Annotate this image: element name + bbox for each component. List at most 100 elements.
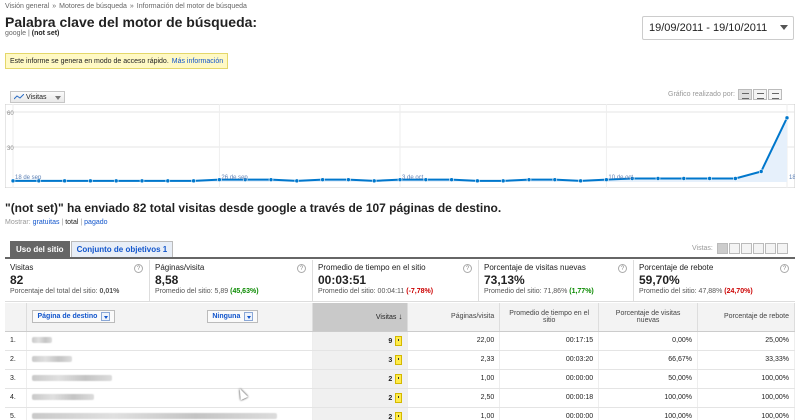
- pie-view-icon[interactable]: [728, 243, 740, 254]
- visits-cell: 9: [312, 331, 409, 351]
- subtitle-keyword: (not set): [31, 30, 60, 37]
- chart-point[interactable]: [475, 178, 480, 184]
- chart-point[interactable]: [526, 177, 532, 182]
- chart-point[interactable]: [88, 178, 93, 184]
- summary-sub: Promedio del sitio: 5,89 (45,63%): [155, 288, 307, 295]
- redacted-url: [32, 375, 113, 382]
- table-view-icon[interactable]: [716, 243, 728, 254]
- chart-point[interactable]: [552, 177, 558, 182]
- tab-goal-set-1[interactable]: Conjunto de objetivos 1: [70, 241, 174, 257]
- summary-value: 73,13%: [484, 273, 525, 287]
- chart-point[interactable]: [758, 169, 764, 174]
- comparison-view-icon[interactable]: [752, 243, 764, 254]
- row-index: 5.: [5, 407, 28, 420]
- landing-page-cell[interactable]: [26, 407, 314, 420]
- secondary-dimension-label: Ninguna: [212, 313, 241, 321]
- chart-point[interactable]: [165, 178, 171, 184]
- chart-day-button[interactable]: [737, 89, 752, 100]
- summary-sub-value: 0,01%: [99, 288, 120, 295]
- chart-point[interactable]: [346, 177, 351, 182]
- notice-text: Este informe se genera en modo de acceso…: [10, 57, 169, 65]
- annotation-icon[interactable]: [395, 392, 403, 403]
- landing-page-cell[interactable]: [26, 331, 314, 351]
- summary-bounce-rate: Porcentaje de rebote 59,70% Promedio del…: [634, 260, 795, 301]
- annotation-icon[interactable]: [395, 411, 403, 420]
- chart-week-button[interactable]: [752, 89, 767, 100]
- annotation-icon[interactable]: [395, 335, 403, 346]
- chart-point[interactable]: [655, 176, 661, 181]
- landing-page-cell[interactable]: [26, 350, 314, 370]
- landing-page-cell[interactable]: [26, 388, 314, 408]
- annotation-icon[interactable]: [395, 373, 403, 384]
- report-tabs: Uso del sitio Conjunto de objetivos 1: [10, 241, 174, 257]
- y-tick-label: 60: [7, 111, 14, 117]
- bounce-cell: 100,00%: [697, 407, 795, 420]
- chart-point[interactable]: [139, 178, 145, 184]
- chart-month-button[interactable]: [767, 89, 782, 100]
- header-bounce-rate[interactable]: Porcentaje de rebote: [697, 303, 795, 332]
- chart-point[interactable]: [784, 115, 790, 121]
- chart-point[interactable]: [320, 177, 325, 182]
- chart-point[interactable]: [294, 178, 300, 184]
- y-tick-label: 30: [7, 146, 14, 152]
- redacted-url: [32, 337, 53, 344]
- header-visits[interactable]: Visitas ↓: [312, 303, 409, 332]
- breadcrumb-item-search-engines[interactable]: Motores de búsqueda: [59, 3, 127, 10]
- line-chart-icon: [14, 94, 24, 100]
- redacted-url: [32, 413, 278, 420]
- show-filter-paid[interactable]: pagado: [84, 219, 107, 226]
- date-range-picker[interactable]: 19/09/2011 - 19/10/2011: [642, 16, 794, 40]
- chart-point[interactable]: [733, 176, 738, 181]
- subtitle-separator: |: [27, 30, 30, 37]
- chart-point[interactable]: [681, 176, 687, 181]
- breadcrumb-item-overview[interactable]: Visión general: [5, 3, 49, 10]
- secondary-dimension-selector[interactable]: Ninguna: [207, 310, 259, 324]
- help-icon[interactable]: ?: [134, 264, 143, 273]
- bounce-cell: 100,00%: [697, 388, 795, 408]
- help-icon[interactable]: ?: [780, 264, 789, 273]
- help-icon[interactable]: ?: [618, 264, 627, 273]
- trend-view-icon[interactable]: [776, 243, 788, 254]
- annotation-icon[interactable]: [395, 354, 403, 365]
- bar-view-icon[interactable]: [740, 243, 752, 254]
- landing-page-cell[interactable]: [26, 369, 314, 389]
- visits-cell: 2: [312, 369, 409, 389]
- x-tick-label: 18 de sep: [15, 175, 42, 181]
- chart-point[interactable]: [62, 178, 67, 184]
- chart-point[interactable]: [113, 178, 119, 184]
- help-icon[interactable]: ?: [463, 264, 472, 273]
- header-new-visits[interactable]: Porcentaje de visitas nuevas: [598, 303, 699, 332]
- summary-delta: (24,70%): [724, 288, 753, 295]
- chart-point[interactable]: [707, 176, 712, 181]
- metric-selector[interactable]: Visitas: [10, 91, 65, 103]
- primary-dimension-selector[interactable]: Página de destino: [32, 310, 116, 324]
- table-row: 1. 9 22,00 00:17:15 0,00% 25,00%: [5, 331, 795, 351]
- chart-point[interactable]: [371, 178, 377, 184]
- summary-pages-per-visit: Páginas/visita 8,58 Promedio del sitio: …: [150, 260, 313, 301]
- chart-point[interactable]: [500, 178, 506, 184]
- metric-selector-label: Visitas: [26, 93, 47, 101]
- chart-point[interactable]: [423, 177, 429, 182]
- chart-point[interactable]: [191, 178, 196, 184]
- table-row: 4. 2 2,50 00:00:18 100,00% 100,00%: [5, 388, 795, 408]
- chart-type-selector: Gráfico realizado por:: [668, 89, 782, 100]
- chart-point[interactable]: [268, 177, 274, 182]
- summary-sub-value: 47,88%: [698, 288, 723, 295]
- report-headline: "(not set)" ha enviado 82 total visitas …: [5, 201, 502, 215]
- chart-point[interactable]: [578, 178, 583, 184]
- row-index: 1.: [5, 331, 28, 351]
- summary-sub: Promedio del sitio: 47,88% (24,70%): [639, 288, 790, 295]
- header-avg-time[interactable]: Promedio de tiempo en el sitio: [499, 303, 600, 332]
- tab-site-usage[interactable]: Uso del sitio: [10, 241, 70, 257]
- pages-cell: 2,33: [407, 350, 501, 370]
- pivot-view-icon[interactable]: [764, 243, 776, 254]
- help-icon[interactable]: ?: [297, 264, 306, 273]
- header-pages-per-visit[interactable]: Páginas/visita: [407, 303, 501, 332]
- summary-sub-label: Promedio del sitio:: [639, 288, 697, 295]
- chart-point[interactable]: [449, 177, 454, 182]
- show-filter-free[interactable]: gratuitas: [33, 219, 60, 226]
- time-cell: 00:03:20: [499, 350, 600, 370]
- show-filter: Mostrar: gratuitas | total | pagado: [5, 219, 108, 226]
- summary-value: 8,58: [155, 273, 179, 287]
- notice-more-info-link[interactable]: Más información: [172, 58, 223, 65]
